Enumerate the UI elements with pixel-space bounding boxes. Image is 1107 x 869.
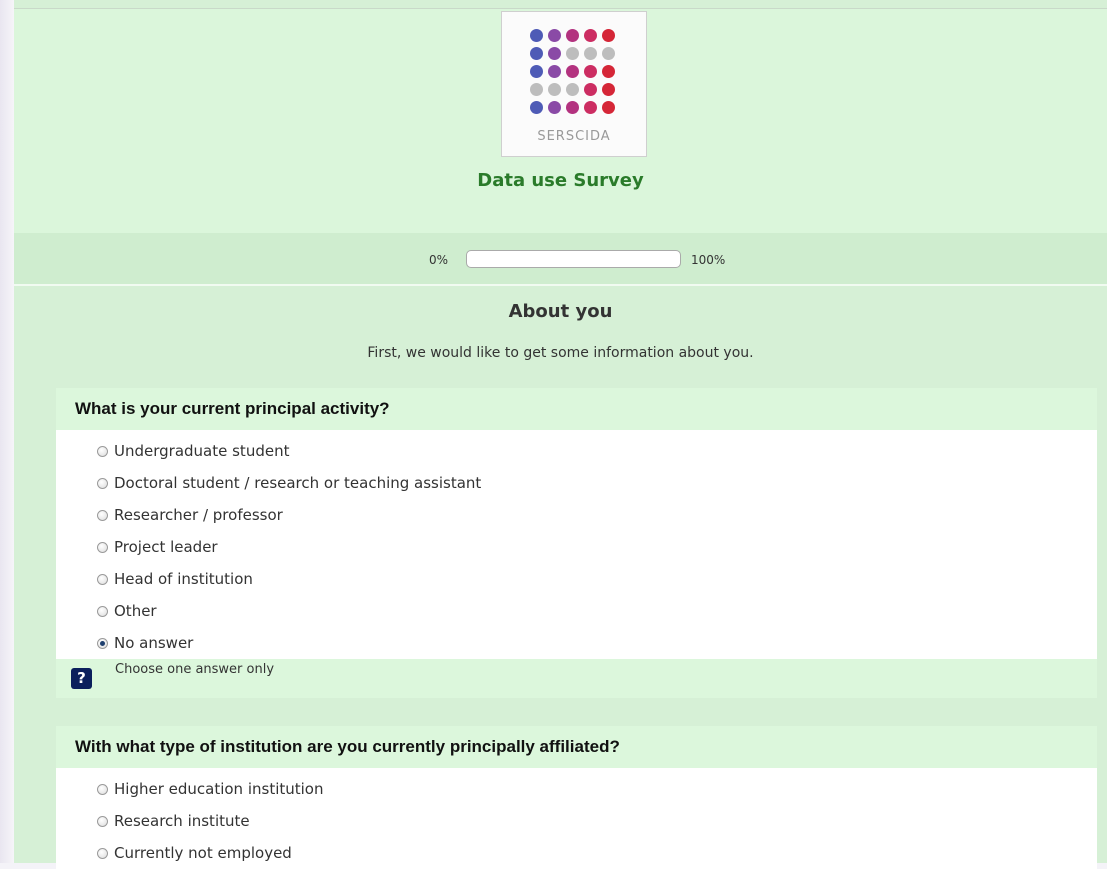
logo-dot [566, 47, 579, 60]
survey-header: SERSCIDA Data use Survey [14, 8, 1107, 234]
radio-button[interactable] [97, 509, 108, 521]
logo-dot [548, 65, 561, 78]
group-title: About you [508, 301, 613, 322]
radio-button[interactable] [97, 815, 108, 827]
logo-dot [530, 65, 543, 78]
question-help: ? Choose one answer only [56, 659, 1097, 698]
progress-bar-strip: 0% 100% [14, 233, 1107, 286]
radio-button[interactable] [97, 783, 108, 795]
answer-label[interactable]: Currently not employed [114, 837, 292, 869]
logo-dot [584, 29, 597, 42]
logo-dot [602, 83, 615, 96]
logo-dot [548, 101, 561, 114]
answer-option[interactable]: Project leader [56, 531, 1097, 563]
radio-button[interactable] [97, 445, 108, 457]
logo-dot [530, 47, 543, 60]
answer-option[interactable]: Researcher / professor [56, 499, 1097, 531]
logo-dot [566, 65, 579, 78]
answer-option[interactable]: Undergraduate student [56, 435, 1097, 467]
radio-button[interactable] [97, 847, 108, 859]
logo-dot [566, 101, 579, 114]
logo-dot [602, 29, 615, 42]
logo-dot [548, 29, 561, 42]
answer-label[interactable]: No answer [114, 627, 193, 659]
logo-dot [530, 83, 543, 96]
radio-button[interactable] [97, 573, 108, 585]
logo-dot [548, 83, 561, 96]
progress-bar [466, 250, 681, 268]
survey-page: SERSCIDA Data use Survey 0% 100% About y… [14, 0, 1107, 869]
logo-dot-grid [530, 29, 620, 119]
answer-option[interactable]: Higher education institution [56, 773, 1097, 805]
answer-option[interactable]: Currently not employed [56, 837, 1097, 869]
answer-list: Higher education institution Research in… [56, 768, 1097, 869]
answer-label[interactable]: Research institute [114, 805, 250, 837]
radio-button[interactable] [97, 477, 108, 489]
group-description: First, we would like to get some informa… [367, 345, 754, 361]
answer-label[interactable]: Researcher / professor [114, 499, 283, 531]
answer-option[interactable]: Head of institution [56, 563, 1097, 595]
logo-dot [602, 65, 615, 78]
logo-wordmark: SERSCIDA [537, 129, 611, 144]
logo-dot [584, 83, 597, 96]
survey-title: Data use Survey [477, 170, 644, 191]
logo-dot [530, 101, 543, 114]
logo-dot [584, 65, 597, 78]
progress-end-label: 100% [691, 253, 726, 267]
answer-option-selected[interactable]: No answer [56, 627, 1097, 659]
left-page-shadow [0, 0, 14, 863]
question-principal-activity: What is your current principal activity?… [56, 388, 1097, 698]
logo-dot [602, 47, 615, 60]
answer-label[interactable]: Head of institution [114, 563, 253, 595]
radio-button[interactable] [97, 605, 108, 617]
answer-option[interactable]: Other [56, 595, 1097, 627]
help-question-icon: ? [71, 668, 92, 689]
logo-dot [566, 83, 579, 96]
answer-label[interactable]: Higher education institution [114, 773, 324, 805]
radio-button-checked[interactable] [97, 637, 108, 649]
answer-option[interactable]: Doctoral student / research or teaching … [56, 467, 1097, 499]
logo-dot [566, 29, 579, 42]
logo-dot [530, 29, 543, 42]
answer-label[interactable]: Project leader [114, 531, 218, 563]
radio-button[interactable] [97, 541, 108, 553]
logo-dot [584, 101, 597, 114]
question-institution-type: With what type of institution are you cu… [56, 726, 1097, 869]
help-text: Choose one answer only [115, 662, 275, 677]
answer-label[interactable]: Undergraduate student [114, 435, 289, 467]
logo-dot [584, 47, 597, 60]
question-text: With what type of institution are you cu… [56, 726, 1097, 768]
logo-dot [602, 101, 615, 114]
answer-list: Undergraduate student Doctoral student /… [56, 430, 1097, 659]
answer-label[interactable]: Doctoral student / research or teaching … [114, 467, 481, 499]
answer-label[interactable]: Other [114, 595, 157, 627]
progress-start-label: 0% [429, 253, 449, 267]
answer-option[interactable]: Research institute [56, 805, 1097, 837]
question-text: What is your current principal activity? [56, 388, 1097, 430]
logo-dot [548, 47, 561, 60]
serscida-logo: SERSCIDA [501, 11, 647, 157]
